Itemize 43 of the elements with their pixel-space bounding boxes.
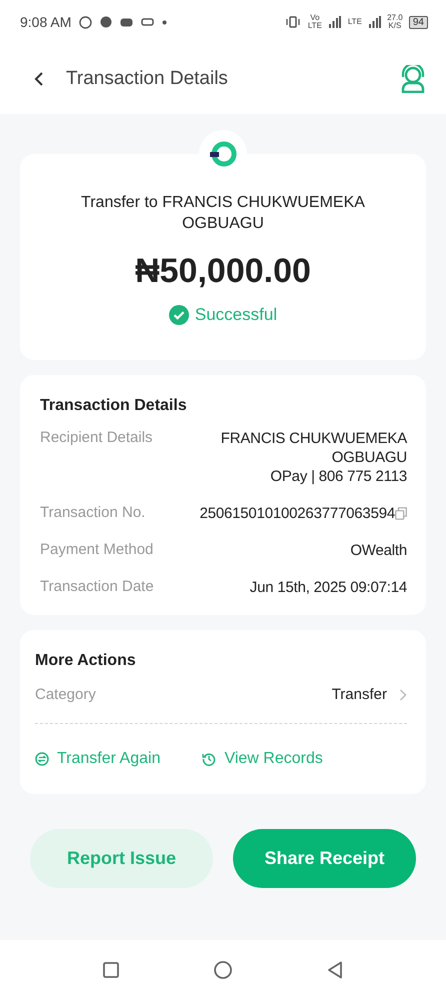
detail-label: Transaction Date bbox=[40, 578, 154, 597]
headset-person-icon bbox=[400, 65, 426, 93]
section-heading: More Actions bbox=[35, 652, 137, 670]
detail-value: FRANCIS CHUKWUEMEKA OGBUAGU OPay | 806 775 2113 bbox=[220, 429, 407, 486]
copy-icon bbox=[395, 507, 407, 520]
network-label: LTE bbox=[346, 18, 363, 26]
detail-value: Jun 15th, 2025 09:07:14 bbox=[250, 578, 407, 597]
detail-label: Transaction No. bbox=[40, 504, 146, 523]
clock-time: 9:08 AM bbox=[20, 14, 72, 30]
history-icon bbox=[202, 752, 216, 766]
recents-button[interactable] bbox=[103, 962, 119, 978]
circle-outline-icon bbox=[79, 16, 92, 28]
back-nav-button[interactable] bbox=[327, 961, 343, 979]
pill-outline-icon bbox=[141, 18, 154, 26]
detail-value: 250615010100263777063594 bbox=[200, 504, 395, 523]
action-link[interactable]: View Records bbox=[202, 750, 323, 768]
section-heading: Transaction Details bbox=[40, 397, 188, 415]
network-label: 27.0 K/S bbox=[386, 14, 404, 30]
ring-logo-icon bbox=[209, 140, 237, 168]
support-button[interactable] bbox=[400, 65, 426, 93]
category-label: Category bbox=[35, 686, 96, 703]
category-selector[interactable]: Transfer bbox=[332, 686, 407, 703]
back-icon bbox=[34, 71, 44, 87]
detail-label: Recipient Details bbox=[40, 429, 153, 448]
transfer-title: Transfer to FRANCIS CHUKWUEMEKA OGBUAGU bbox=[80, 193, 366, 234]
chevron-right-icon bbox=[399, 688, 407, 700]
page-title: Transaction Details bbox=[66, 68, 229, 90]
exchange-icon bbox=[35, 752, 49, 766]
status-text: Successful bbox=[194, 305, 278, 325]
signal-icon bbox=[368, 16, 381, 28]
share-receipt-button[interactable]: Share Receipt bbox=[233, 829, 416, 888]
detail-label: Payment Method bbox=[40, 541, 154, 560]
check-circle-icon bbox=[168, 305, 189, 325]
action-link[interactable]: Transfer Again bbox=[35, 750, 160, 768]
amount-text: ₦50,000.00 bbox=[134, 252, 312, 291]
dot-icon bbox=[162, 20, 168, 24]
home-button[interactable] bbox=[214, 961, 232, 979]
battery-indicator: 94 bbox=[408, 16, 428, 28]
vibrate-icon bbox=[284, 15, 301, 29]
report-issue-button[interactable]: Report Issue bbox=[30, 829, 213, 888]
signal-icon bbox=[328, 16, 341, 28]
detail-value: OWealth bbox=[350, 541, 407, 560]
network-label: Vo LTE bbox=[306, 14, 323, 30]
